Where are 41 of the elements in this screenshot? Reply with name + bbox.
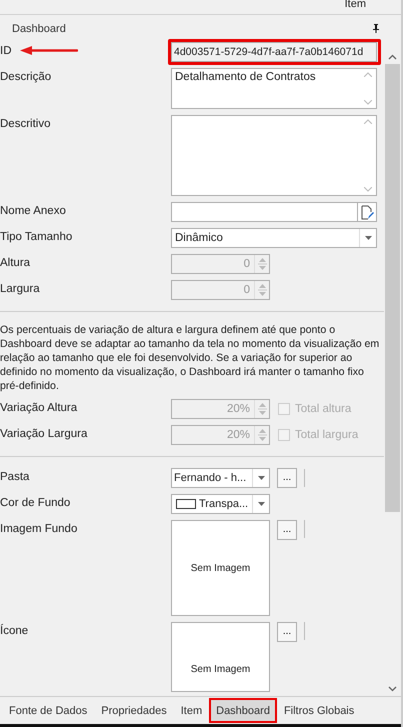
field-label: Descrição — [0, 71, 52, 83]
scroll-up-icon[interactable] — [388, 54, 397, 60]
image-placeholder: Sem Imagem — [190, 562, 250, 574]
color-swatch-icon — [176, 499, 196, 509]
field-label: Nome Anexo — [0, 205, 66, 217]
arrow-icon — [20, 46, 78, 55]
field-label: Largura — [0, 283, 40, 295]
info-paragraph: Os percentuais de variação de altura e largura definem até que ponto o Dashboard deve se adaptar ao tamanho da tela no momento da visualização em relação ao tamanho que ele foi desenvolvido. Se a variação for superior ao definido no momento da visualização, o Dashboard irá manter o tamanho fixo pré-definido. — [0, 323, 380, 393]
pin-icon[interactable] — [372, 24, 380, 33]
field-label: Ícone — [0, 625, 28, 637]
tab[interactable]: Dashboard — [209, 698, 277, 723]
attachment-field[interactable] — [171, 202, 377, 222]
image-box[interactable]: Sem Imagem — [171, 520, 270, 616]
field-label: Tipo Tamanho — [0, 231, 72, 243]
field-label: Pasta — [0, 471, 30, 483]
field-label: Imagem Fundo — [0, 523, 78, 535]
color-dropdown[interactable]: Transpa... — [171, 494, 270, 514]
field-label: Cor de Fundo — [0, 497, 70, 509]
caret-icon — [258, 476, 264, 480]
caret-icon — [364, 236, 372, 240]
tab[interactable]: Propriedades — [94, 698, 174, 723]
image-box[interactable]: Sem Imagem — [171, 622, 270, 692]
caret-icon — [258, 502, 264, 506]
tab[interactable]: Filtros Globais — [276, 698, 362, 723]
field-label: Variação Altura — [0, 402, 78, 414]
id-field[interactable]: 4d003571-5729-4d7f-aa7f-7a0b146071d — [171, 42, 377, 62]
size-type-dropdown[interactable]: Dinâmico — [171, 228, 377, 248]
browse-button[interactable]: ... — [277, 468, 297, 488]
scroll-down-icon[interactable] — [388, 686, 397, 692]
tab[interactable]: Item — [174, 698, 210, 723]
field-label: Variação Largura — [0, 428, 88, 440]
folder-dropdown[interactable]: Fernando - h... — [171, 468, 270, 488]
tab[interactable]: Fonte de Dados — [2, 698, 94, 723]
field-label: Altura — [0, 257, 30, 269]
browse-button[interactable]: ... — [277, 520, 297, 540]
field-label: Descritivo — [0, 118, 50, 130]
field-label: ID — [0, 45, 12, 57]
browse-button[interactable]: ... — [277, 622, 297, 642]
edit-file-icon[interactable] — [360, 204, 374, 220]
image-placeholder: Sem Imagem — [190, 664, 250, 675]
panel-title: Dashboard — [12, 22, 66, 34]
